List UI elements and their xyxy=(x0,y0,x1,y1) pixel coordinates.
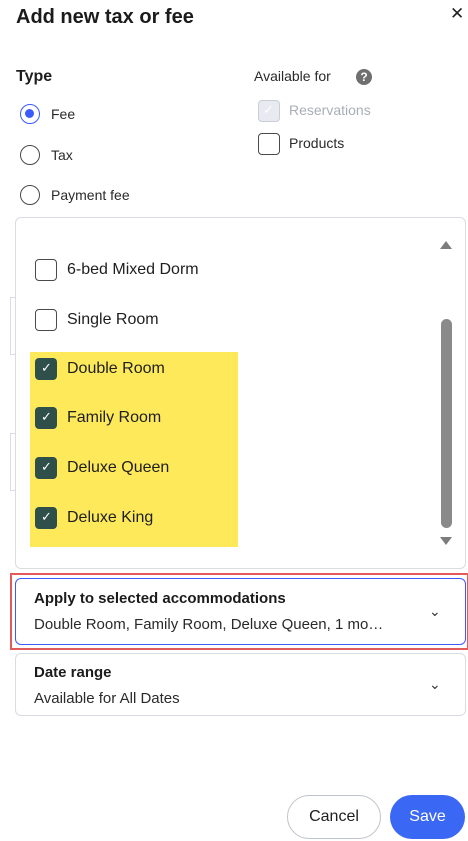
checkbox-products[interactable] xyxy=(258,133,280,155)
apply-accommodations-select[interactable] xyxy=(15,578,466,645)
list-item-label[interactable]: Deluxe King xyxy=(67,509,153,527)
checkbox-deluxe-king[interactable] xyxy=(35,507,57,529)
type-label: Type xyxy=(16,68,53,85)
available-for-label: Available for xyxy=(254,68,331,84)
date-range-title: Date range xyxy=(34,664,112,681)
checkbox-reservations-label: Reservations xyxy=(289,102,371,118)
checkbox-deluxe-queen[interactable] xyxy=(35,457,57,479)
radio-fee[interactable] xyxy=(20,104,40,124)
close-icon[interactable]: ✕ xyxy=(450,4,464,24)
cancel-button[interactable]: Cancel xyxy=(287,795,381,839)
save-button[interactable]: Save xyxy=(390,795,465,839)
checkbox-reservations xyxy=(258,100,280,122)
radio-payment-fee[interactable] xyxy=(20,185,40,205)
chevron-down-icon[interactable]: ⌄ xyxy=(429,676,441,693)
list-item-label[interactable]: Deluxe Queen xyxy=(67,459,169,477)
radio-tax[interactable] xyxy=(20,145,40,165)
list-item-label[interactable]: 6-bed Mixed Dorm xyxy=(67,261,199,279)
list-item-label[interactable]: Family Room xyxy=(67,409,161,427)
apply-accommodations-title: Apply to selected accommodations xyxy=(34,590,286,607)
date-range-value: Available for All Dates xyxy=(34,690,180,707)
scroll-down-arrow-icon[interactable] xyxy=(440,537,452,545)
checkbox-double-room[interactable] xyxy=(35,358,57,380)
chevron-down-icon[interactable]: ⌄ xyxy=(429,603,441,620)
scroll-up-arrow-icon[interactable] xyxy=(440,241,452,249)
list-item-label[interactable]: Single Room xyxy=(67,311,159,329)
radio-tax-label[interactable]: Tax xyxy=(51,147,73,163)
radio-fee-label[interactable]: Fee xyxy=(51,106,75,122)
scrollbar-thumb[interactable] xyxy=(441,319,452,528)
checkbox-single-room[interactable] xyxy=(35,309,57,331)
checkbox-products-label[interactable]: Products xyxy=(289,135,344,151)
apply-accommodations-value: Double Room, Family Room, Deluxe Queen, … xyxy=(34,616,384,633)
list-item-label[interactable]: Double Room xyxy=(67,360,165,378)
dialog-title: Add new tax or fee xyxy=(16,6,194,28)
radio-payment-fee-label[interactable]: Payment fee xyxy=(51,187,130,203)
question-icon[interactable]: ? xyxy=(356,69,372,85)
checkbox-family-room[interactable] xyxy=(35,407,57,429)
checkbox-6-bed-mixed-dorm[interactable] xyxy=(35,259,57,281)
